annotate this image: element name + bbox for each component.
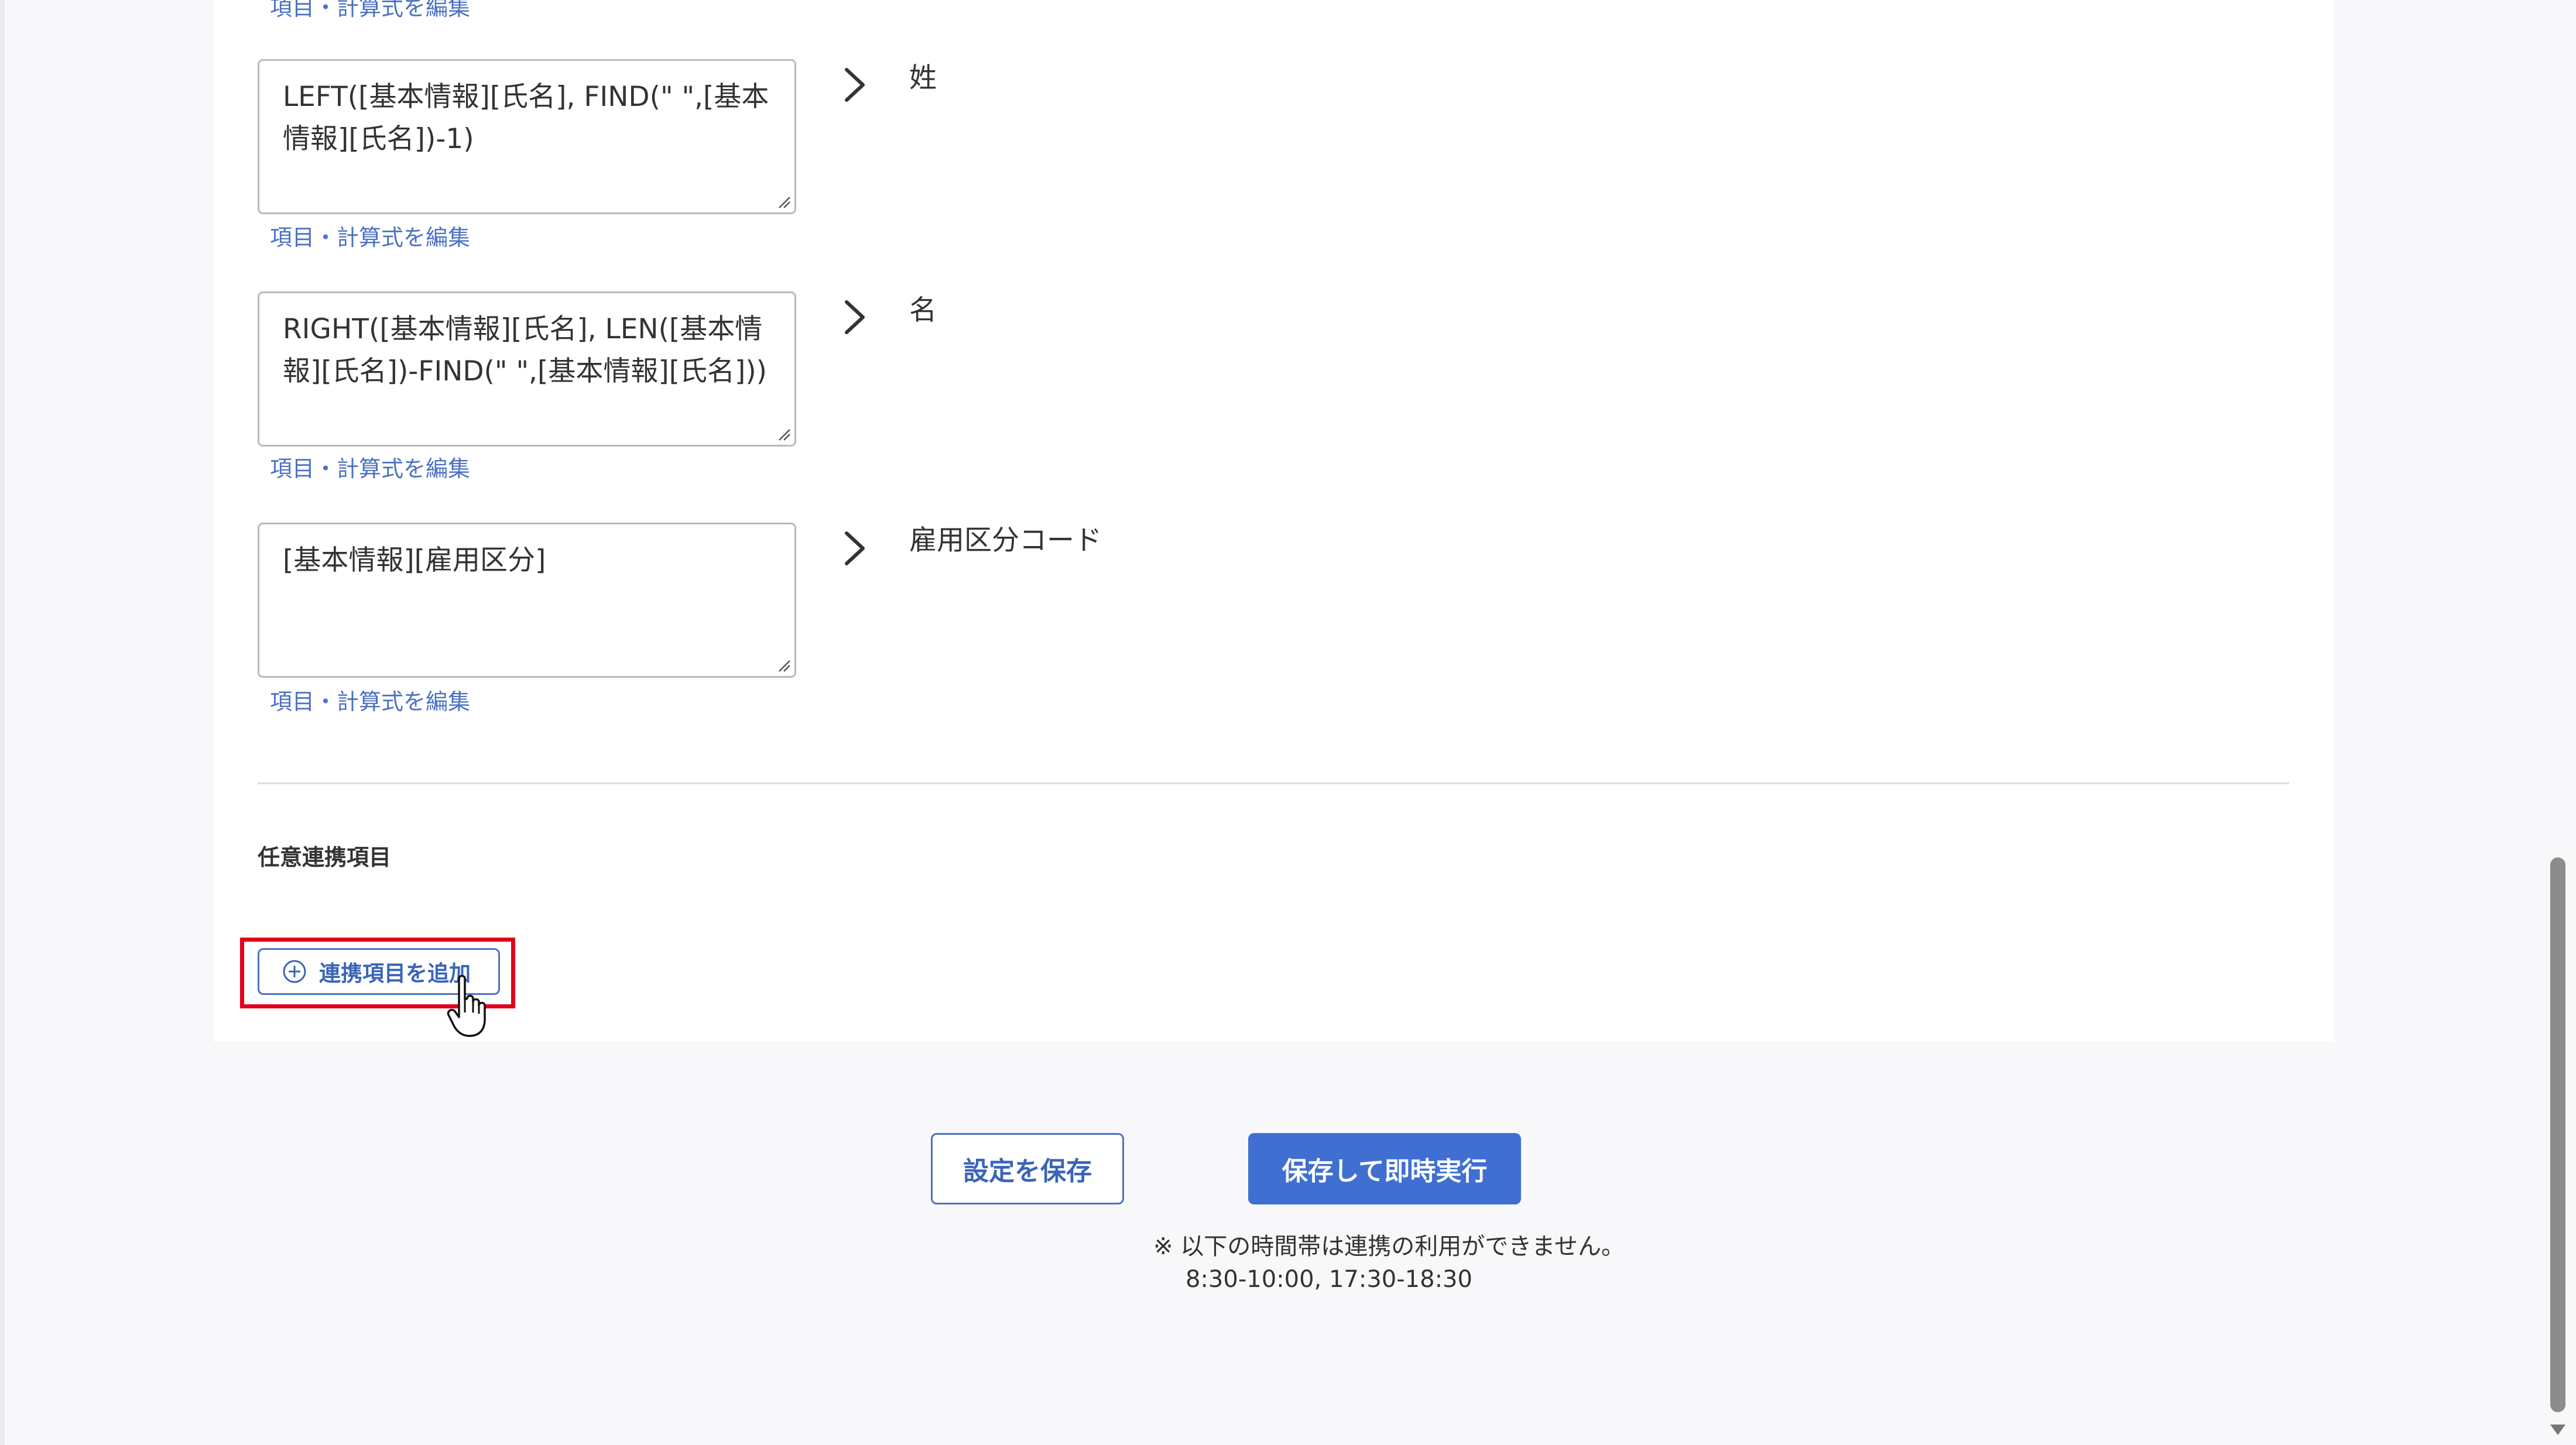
target-field-label: 姓 bbox=[909, 62, 937, 94]
chevron-right-icon bbox=[845, 68, 865, 102]
maintenance-notice: ※ 以下の時間帯は連携の利用ができません。 8:30-10:00, 17:30-… bbox=[1153, 1230, 1625, 1296]
formula-textarea[interactable]: RIGHT([基本情報][氏名], LEN([基本情 報][氏名])-FIND(… bbox=[258, 291, 796, 447]
formula-line: 報][氏名])-FIND(" ",[基本情報][氏名])) bbox=[283, 355, 768, 387]
save-settings-button[interactable]: 設定を保存 bbox=[931, 1133, 1124, 1204]
window-left-edge bbox=[0, 0, 5, 1445]
edit-formula-link[interactable]: 項目・計算式を編集 bbox=[270, 458, 470, 480]
formula-textarea[interactable]: [基本情報][雇用区分] bbox=[258, 523, 796, 678]
notice-line: ※ 以下の時間帯は連携の利用ができません。 bbox=[1153, 1233, 1625, 1260]
chevron-right-icon bbox=[845, 300, 865, 334]
section-divider bbox=[258, 782, 2289, 784]
target-field-label: 名 bbox=[909, 294, 937, 327]
formula-line: 情報][氏名])-1) bbox=[283, 123, 474, 155]
save-and-run-button[interactable]: 保存して即時実行 bbox=[1248, 1133, 1521, 1204]
formula-line: RIGHT([基本情報][氏名], LEN([基本情 bbox=[283, 313, 763, 345]
resize-grip-icon[interactable] bbox=[776, 426, 791, 441]
formula-textarea[interactable]: LEFT([基本情報][氏名], FIND(" ",[基本 情報][氏名])-1… bbox=[258, 59, 796, 214]
scrollbar-thumb[interactable] bbox=[2550, 857, 2565, 1412]
resize-grip-icon[interactable] bbox=[776, 194, 791, 209]
formula-line: [基本情報][雇用区分] bbox=[283, 544, 546, 576]
edit-formula-link[interactable]: 項目・計算式を編集 bbox=[270, 226, 470, 249]
hand-pointer-icon bbox=[447, 974, 486, 1037]
optional-section-title: 任意連携項目 bbox=[258, 845, 392, 870]
target-field-label: 雇用区分コード bbox=[909, 524, 1102, 557]
edit-formula-link[interactable]: 項目・計算式を編集 bbox=[270, 691, 470, 713]
formula-line: LEFT([基本情報][氏名], FIND(" ",[基本 bbox=[283, 81, 769, 113]
notice-times: 8:30-10:00, 17:30-18:30 bbox=[1186, 1266, 1472, 1293]
resize-grip-icon[interactable] bbox=[776, 657, 791, 672]
plus-circle-icon bbox=[283, 960, 306, 983]
scroll-down-arrow-icon[interactable] bbox=[2548, 1421, 2568, 1437]
chevron-right-icon bbox=[845, 531, 865, 565]
edit-formula-link[interactable]: 項目・計算式を編集 bbox=[270, 0, 470, 19]
